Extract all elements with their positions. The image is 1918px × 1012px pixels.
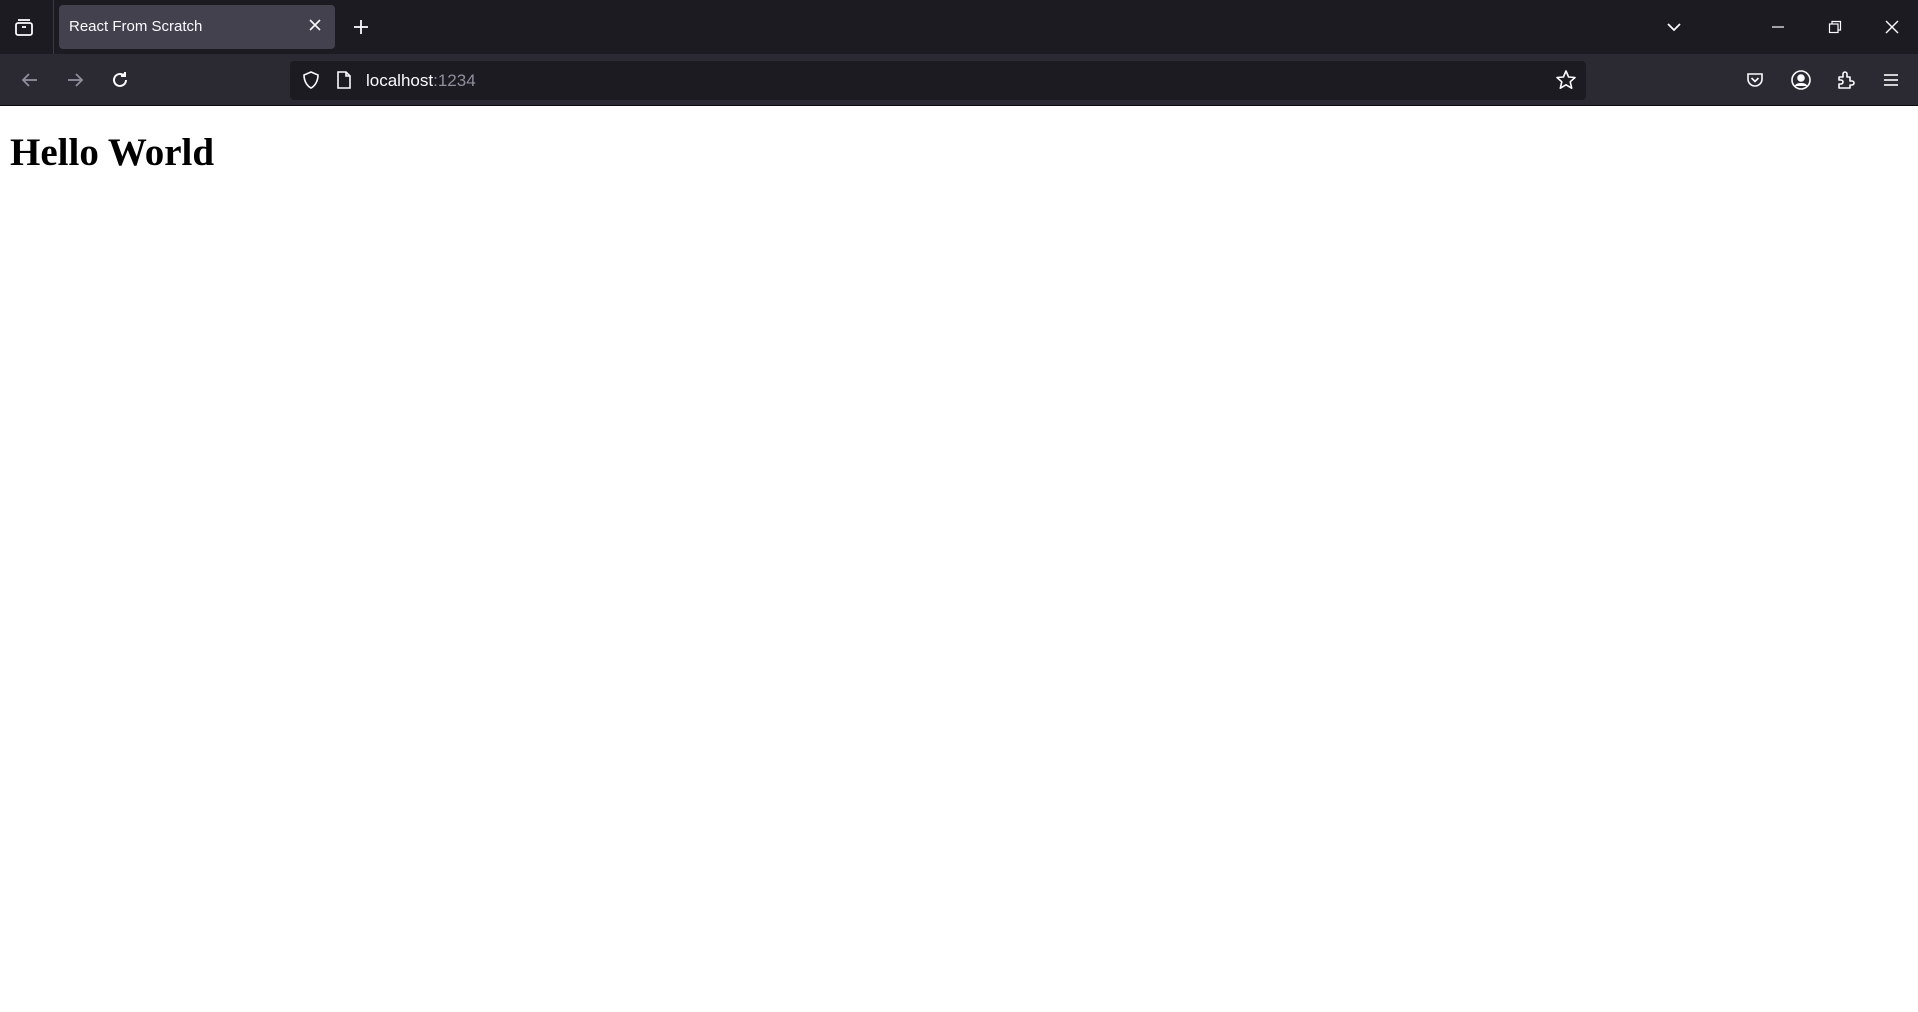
url-port: :1234 [433, 71, 476, 90]
minimize-button[interactable] [1758, 8, 1798, 46]
pocket-button[interactable] [1739, 64, 1771, 96]
tab-react-from-scratch[interactable]: React From Scratch [59, 5, 335, 49]
page-heading: Hello World [10, 131, 215, 174]
close-icon [308, 18, 322, 37]
tab-separator [53, 0, 54, 54]
arrow-left-icon [20, 70, 40, 90]
reload-icon [110, 70, 130, 90]
forward-button[interactable] [59, 64, 91, 96]
url-bar[interactable]: localhost:1234 [290, 61, 1586, 100]
nav-toolbar: localhost:1234 [0, 54, 1918, 106]
tab-close-button[interactable] [303, 15, 327, 39]
minimize-icon [1771, 20, 1785, 34]
arrow-right-icon [65, 70, 85, 90]
tab-list-icon [13, 16, 35, 38]
tab-list-button[interactable] [8, 11, 40, 43]
restore-icon [1828, 20, 1842, 34]
plus-icon [352, 18, 370, 36]
account-button[interactable] [1785, 64, 1817, 96]
page-content: Hello World [0, 106, 1918, 1012]
url-host: localhost [366, 71, 434, 90]
extensions-button[interactable] [1830, 64, 1862, 96]
restore-button[interactable] [1815, 8, 1855, 46]
star-icon [1555, 69, 1577, 91]
chevron-down-icon [1665, 18, 1683, 36]
back-button[interactable] [14, 64, 46, 96]
account-icon [1790, 69, 1812, 91]
extensions-icon [1835, 69, 1857, 91]
page-icon[interactable] [331, 67, 357, 93]
shield-icon[interactable] [298, 67, 324, 93]
hamburger-menu-icon [1882, 71, 1900, 89]
pocket-icon [1745, 70, 1765, 90]
bookmark-star-button[interactable] [1552, 66, 1580, 94]
close-window-button[interactable] [1872, 8, 1912, 46]
tab-title: React From Scratch [69, 18, 203, 35]
new-tab-button[interactable] [345, 11, 377, 43]
tab-strip: React From Scratch [0, 0, 1918, 54]
url-text[interactable]: localhost:1234 [366, 61, 476, 100]
app-menu-button[interactable] [1875, 64, 1907, 96]
close-icon [1884, 19, 1900, 35]
list-all-tabs-button[interactable] [1658, 11, 1690, 43]
reload-button[interactable] [104, 64, 136, 96]
